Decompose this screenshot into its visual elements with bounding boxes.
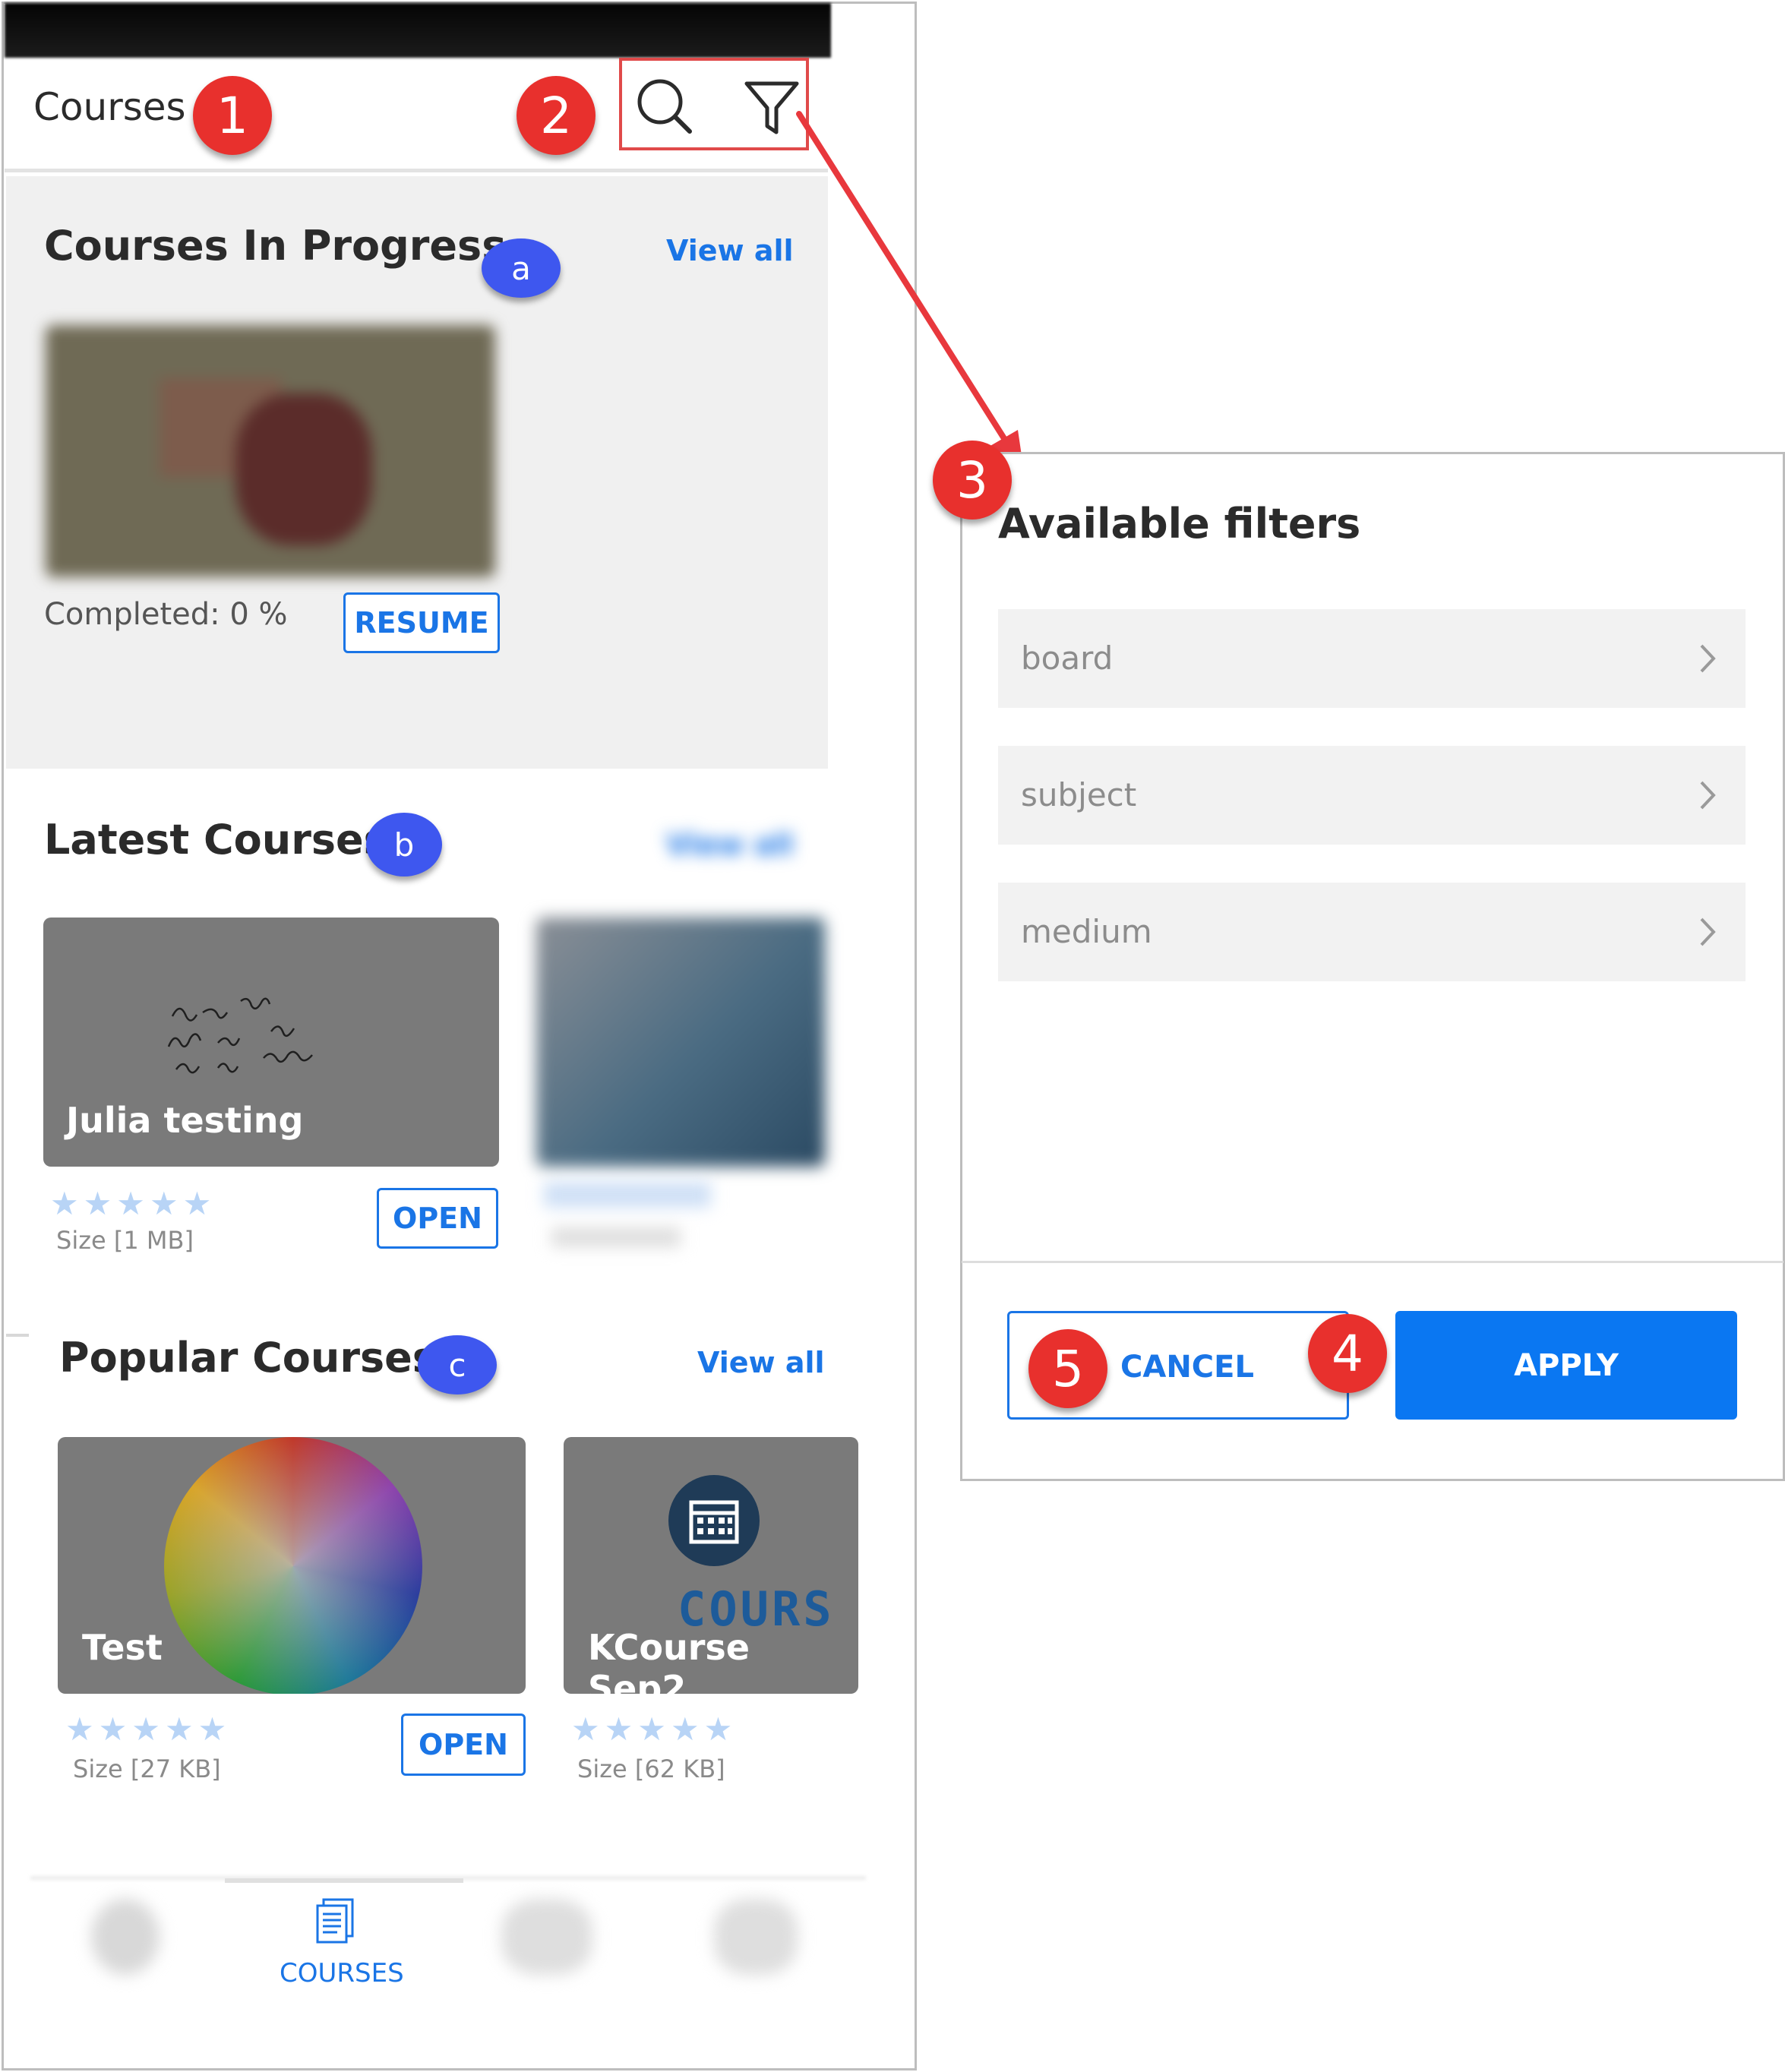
filter-label-subject: subject — [1021, 776, 1137, 813]
marker-5: 5 — [1028, 1329, 1107, 1408]
filter-row-board[interactable]: board — [998, 609, 1746, 708]
chevron-right-icon — [1700, 918, 1716, 946]
filter-row-subject[interactable]: subject — [998, 746, 1746, 845]
apply-button[interactable]: APPLY — [1395, 1311, 1737, 1420]
marker-4: 4 — [1308, 1314, 1387, 1393]
cancel-label: CANCEL — [1120, 1350, 1254, 1385]
filter-label-board: board — [1021, 640, 1114, 677]
filter-label-medium: medium — [1021, 913, 1152, 950]
chevron-right-icon — [1700, 644, 1716, 673]
filter-row-medium[interactable]: medium — [998, 883, 1746, 981]
chevron-right-icon — [1700, 781, 1716, 810]
panel-divider — [962, 1261, 1783, 1263]
filters-title: Available filters — [998, 500, 1361, 548]
